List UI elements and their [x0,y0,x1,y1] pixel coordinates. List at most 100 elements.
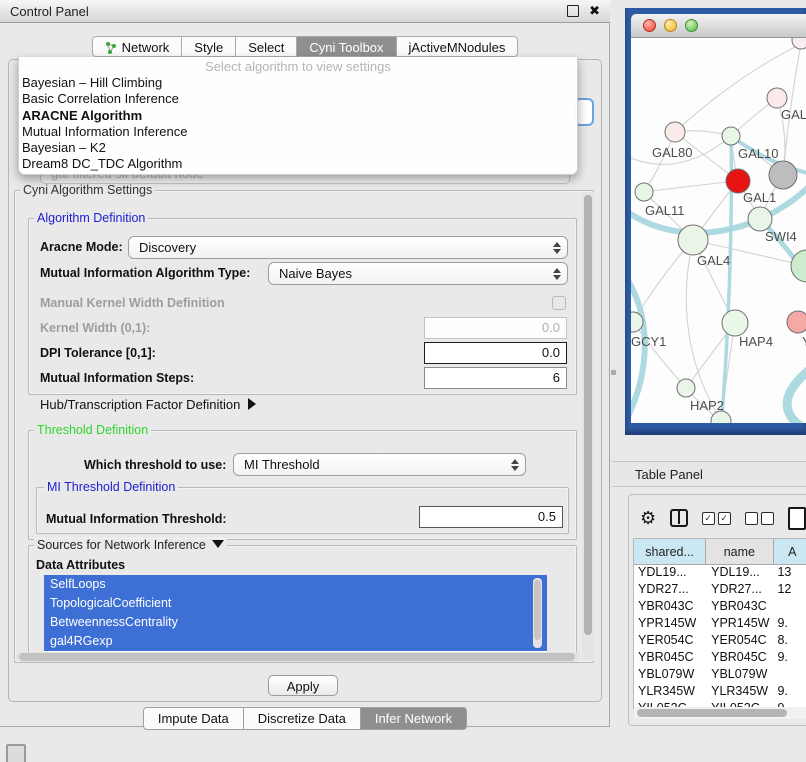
network-edge [644,181,738,192]
tab-cyni-toolbox[interactable]: Cyni Toolbox [297,36,396,57]
mi-steps-label: Mutual Information Steps: [40,371,194,385]
tab-jactivemnodules[interactable]: jActiveMNodules [397,36,519,57]
tab-select[interactable]: Select [236,36,297,57]
column-header-shared[interactable]: shared... [634,539,706,564]
network-canvas[interactable]: GALGAL80GAL10GAL1GAL11GAL4SWI4GCY1HAP4YH… [631,38,806,423]
network-highlight-edge [787,368,806,423]
zoom-traffic-light-icon[interactable] [685,19,698,32]
attribute-item-selfloops[interactable]: SelfLoops [44,575,547,594]
which-threshold-label: Which threshold to use: [84,458,226,472]
unchecked-pair-icon[interactable] [745,512,774,525]
table-row[interactable]: YDL19...YDL19...13 [634,565,806,582]
control-panel-titlebar[interactable]: Control Panel ✖ [0,0,610,23]
tab-discretize-data[interactable]: Discretize Data [244,707,361,730]
kernel-width-field[interactable]: 0.0 [424,317,567,339]
algorithm-option-dream8-dc-tdc-algorithm[interactable]: Dream8 DC_TDC Algorithm [19,156,577,172]
network-node-gal80[interactable] [665,122,685,142]
algorithm-option-bayesian-hill-climbing[interactable]: Bayesian – Hill Climbing [19,75,577,91]
network-node-y[interactable] [787,311,806,333]
dpi-tolerance-field[interactable]: 0.0 [424,342,567,364]
node-label-gal: GAL [781,107,806,122]
node-label-gal80: GAL80 [652,145,692,160]
attributes-scrollbar-thumb[interactable] [534,580,541,640]
screen: Control Panel ✖ NetworkStyleSelect Cyni T… [0,0,806,762]
algorithm-option-basic-correlation-inference[interactable]: Basic Correlation Inference [19,91,577,107]
sources-group-title[interactable]: Sources for Network Inference [34,539,227,552]
attribute-item-betweennesscentrality[interactable]: BetweennessCentrality [44,613,547,632]
mi-threshold-label: Mutual Information Threshold: [46,512,227,526]
network-node[interactable] [748,207,772,231]
network-node[interactable] [769,161,797,189]
tab-network[interactable]: Network [92,36,183,57]
tab-infer-network[interactable]: Infer Network [361,707,467,730]
table-cell: YPR145W [634,616,706,633]
document-icon[interactable] [788,507,806,530]
algorithm-dropdown-list: Bayesian – Hill ClimbingBasic Correlatio… [19,75,577,173]
tab-impute-data[interactable]: Impute Data [143,707,244,730]
network-node-gal10[interactable] [722,127,740,145]
table-cell: YLR345W [706,684,773,701]
node-label-gal1: GAL1 [743,190,776,205]
table-cell: 9. [773,684,806,701]
table-row[interactable]: YBR043CYBR043C [634,599,806,616]
network-window-titlebar[interactable] [631,14,806,38]
close-traffic-light-icon[interactable] [643,19,656,32]
table-body: YDL19...YDL19...13YDR27...YDR27...12YBR0… [634,565,806,709]
mi-steps-field[interactable]: 6 [424,367,567,389]
algorithm-option-bayesian-k2[interactable]: Bayesian – K2 [19,140,577,156]
table-panel-title: Table Panel [635,467,703,482]
table-cell: 13 [773,565,806,582]
kernel-width-label: Kernel Width (0,1): [40,321,150,335]
hub-definition-expander[interactable]: Hub/Transcription Factor Definition [40,397,256,412]
apply-button[interactable]: Apply [268,675,338,696]
attribute-item-gal4rgexp[interactable]: gal4RGexp [44,632,547,651]
algorithm-option-aracne-algorithm[interactable]: ARACNE Algorithm [19,108,577,124]
stepper-icon [511,459,519,471]
table-cell: 9. [773,616,806,633]
close-icon[interactable]: ✖ [589,6,600,16]
column-header-a[interactable]: A [774,539,806,564]
mi-threshold-field[interactable]: 0.5 [419,506,563,528]
table-cell: 12 [773,582,806,599]
table-cell: YDR27... [706,582,773,599]
table-row[interactable]: YPR145WYPR145W9. [634,616,806,633]
attribute-item-topologicalcoefficient[interactable]: TopologicalCoefficient [44,594,547,613]
dock-icon[interactable] [6,744,26,762]
table-horizontal-scrollbar-thumb[interactable] [637,709,787,717]
table-panel-titlebar[interactable]: Table Panel [612,461,806,487]
table-row[interactable]: YBR045CYBR045C9. [634,650,806,667]
aracne-mode-select[interactable]: Discovery [128,236,568,259]
network-node-gal[interactable] [767,88,787,108]
minimize-traffic-light-icon[interactable] [664,19,677,32]
algorithm-option-mutual-information-inference[interactable]: Mutual Information Inference [19,124,577,140]
table-row[interactable]: YER054CYER054C8. [634,633,806,650]
settings-horizontal-scrollbar-thumb[interactable] [19,653,575,661]
node-label-gal10: GAL10 [738,146,778,161]
table-row[interactable]: YLR345WYLR345W9. [634,684,806,701]
table-cell: 8. [773,633,806,650]
tab-label: Cyni Toolbox [309,40,383,55]
panel-resize-handle[interactable] [611,370,616,375]
manual-kernel-checkbox[interactable] [552,296,566,310]
column-header-name[interactable]: name [706,539,773,564]
algorithm-dropdown-placeholder: Select algorithm to view settings [19,57,577,75]
columns-icon[interactable] [670,509,687,527]
which-threshold-select[interactable]: MI Threshold [233,453,526,476]
gear-icon[interactable]: ⚙ [640,508,656,528]
network-node-hap4[interactable] [722,310,748,336]
mi-type-select[interactable]: Naive Bayes [268,262,568,285]
checked-pair-icon[interactable]: ✓✓ [702,512,731,525]
table-cell: YDL19... [634,565,706,582]
table-row[interactable]: YDR27...YDR27...12 [634,582,806,599]
control-panel-tabs: NetworkStyleSelect Cyni Toolbox jActiveMNo… [0,36,610,59]
node-table: shared...nameA YDL19...YDL19...13YDR27..… [633,538,806,709]
table-row[interactable]: YBL079WYBL079W [634,667,806,684]
network-node-gal11[interactable] [635,183,653,201]
data-attributes-list[interactable]: SelfLoopsTopologicalCoefficientBetweenne… [44,575,547,652]
network-node-hap2[interactable] [677,379,695,397]
network-node-gal4[interactable] [678,225,708,255]
manual-kernel-label: Manual Kernel Width Definition [40,296,225,310]
tab-style[interactable]: Style [182,36,236,57]
settings-vertical-scrollbar-thumb[interactable] [584,195,592,635]
float-window-icon[interactable] [567,5,579,17]
